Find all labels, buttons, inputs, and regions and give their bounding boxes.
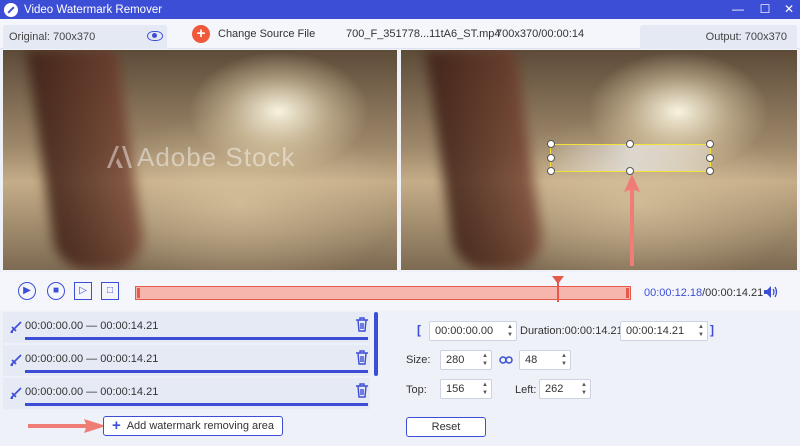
left-label: Left: <box>515 384 537 396</box>
output-label: Output: 700x370 <box>640 25 797 49</box>
playback-controls: ▶ ■ ▷ □ 00:00:12.18/00:00:14.21 <box>0 272 800 310</box>
start-time-field[interactable]: 00:00:00.00 ▲ ▼ <box>429 321 517 341</box>
resize-handle[interactable] <box>706 154 714 162</box>
trash-icon[interactable] <box>355 350 369 365</box>
left-field[interactable]: 262 ▲ ▼ <box>539 379 591 399</box>
plus-icon: + <box>111 417 121 434</box>
adobe-logo-icon <box>107 146 132 168</box>
area-settings-panel: [ 00:00:00.00 ▲ ▼ Duration:00:00:14.21 00:… <box>383 310 800 446</box>
spinner-arrows-icon[interactable]: ▲ ▼ <box>697 323 705 339</box>
list-item[interactable]: 00:00:00.00 — 00:00:14.21 <box>3 378 370 409</box>
original-video-preview: Adobe Stock <box>3 50 397 270</box>
spinner-arrows-icon[interactable]: ▲ ▼ <box>506 323 514 339</box>
link-icon[interactable] <box>499 355 513 365</box>
left-value: 262 <box>545 383 564 395</box>
change-source-plus-icon[interactable]: + <box>192 25 210 43</box>
add-area-label: Add watermark removing area <box>126 420 275 432</box>
width-field[interactable]: 280 ▲ ▼ <box>440 350 492 370</box>
output-video-preview <box>401 50 797 270</box>
add-watermark-area-button[interactable]: + Add watermark removing area <box>103 416 283 436</box>
watermark-brush-icon <box>10 321 22 333</box>
list-item[interactable]: 00:00:00.00 — 00:00:14.21 <box>3 345 370 376</box>
watermark-text: Adobe Stock <box>137 142 296 172</box>
close-button[interactable]: ✕ <box>781 2 797 17</box>
height-value: 48 <box>525 354 538 366</box>
spinner-arrows-icon[interactable]: ▲ ▼ <box>560 352 568 368</box>
trash-icon[interactable] <box>355 317 369 332</box>
fullscreen-button[interactable]: □ <box>101 282 119 300</box>
change-source-button[interactable]: Change Source File <box>218 28 315 40</box>
width-value: 280 <box>446 354 465 366</box>
info-bar: Original: 700x370 + Change Source File 7… <box>0 19 800 49</box>
start-time-value: 00:00:00.00 <box>435 325 494 337</box>
play-button[interactable]: ▶ <box>18 282 36 300</box>
title-bar: Video Watermark Remover — ☐ ✕ <box>0 0 800 19</box>
maximize-button[interactable]: ☐ <box>757 2 773 17</box>
area-time-range: 00:00:00.00 — 00:00:14.21 <box>25 353 159 365</box>
stop-button[interactable]: ■ <box>47 282 65 300</box>
watermark-brush-icon <box>10 354 22 366</box>
end-time-field[interactable]: 00:00:14.21 ▲ ▼ <box>620 321 708 341</box>
file-info: 700x370/00:00:14 <box>496 28 585 40</box>
top-value: 156 <box>446 383 465 395</box>
pointer-arrow-icon <box>28 419 106 433</box>
current-time: 00:00:12.18 <box>644 287 703 299</box>
set-start-bracket-icon[interactable]: [ <box>417 323 421 337</box>
timeline-start-handle[interactable] <box>137 288 140 298</box>
spinner-arrows-icon[interactable]: ▲ ▼ <box>481 352 489 368</box>
eye-icon[interactable] <box>147 31 163 41</box>
area-duration-bar <box>25 403 368 406</box>
pointer-arrow-icon <box>624 174 640 266</box>
speaker-icon[interactable] <box>764 286 778 298</box>
set-end-bracket-icon[interactable]: ] <box>710 323 714 337</box>
area-time-range: 00:00:00.00 — 00:00:14.21 <box>25 320 159 332</box>
end-time-value: 00:00:14.21 <box>626 325 685 337</box>
resize-handle[interactable] <box>706 140 714 148</box>
reset-button[interactable]: Reset <box>406 417 486 437</box>
top-label: Top: <box>406 384 427 396</box>
height-field[interactable]: 48 ▲ ▼ <box>519 350 571 370</box>
window-title: Video Watermark Remover <box>24 3 163 16</box>
area-duration-bar <box>25 370 368 373</box>
next-frame-button[interactable]: ▷ <box>74 282 92 300</box>
top-field[interactable]: 156 ▲ ▼ <box>440 379 492 399</box>
list-item[interactable]: 00:00:00.00 — 00:00:14.21 <box>3 312 370 343</box>
area-time-range: 00:00:00.00 — 00:00:14.21 <box>25 386 159 398</box>
timeline-end-handle[interactable] <box>626 288 629 298</box>
size-label: Size: <box>406 354 431 366</box>
resize-handle[interactable] <box>626 140 634 148</box>
resize-handle[interactable] <box>547 167 555 175</box>
file-name: 700_F_351778...11tA6_ST.mp4 <box>346 28 501 40</box>
total-time: /00:00:14.21 <box>702 287 764 299</box>
watermark-brush-icon <box>10 387 22 399</box>
resize-handle[interactable] <box>547 140 555 148</box>
timeline-playhead[interactable] <box>551 276 564 302</box>
app-logo-icon <box>4 2 18 17</box>
trash-icon[interactable] <box>355 383 369 398</box>
list-scrollbar[interactable] <box>374 312 378 376</box>
duration-label: Duration:00:00:14.21 <box>520 325 623 337</box>
resize-handle[interactable] <box>547 154 555 162</box>
original-label: Original: 700x370 <box>9 31 96 43</box>
spinner-arrows-icon[interactable]: ▲ ▼ <box>481 381 489 397</box>
time-readout: 00:00:12.18/00:00:14.21 <box>644 287 763 299</box>
original-tab: Original: 700x370 <box>3 25 167 49</box>
minimize-button[interactable]: — <box>730 2 746 17</box>
resize-handle[interactable] <box>706 167 714 175</box>
area-duration-bar <box>25 337 368 340</box>
spinner-arrows-icon[interactable]: ▲ ▼ <box>580 381 588 397</box>
watermark-area-list: 00:00:00.00 — 00:00:14.21 00:00:00.00 — … <box>0 310 382 446</box>
